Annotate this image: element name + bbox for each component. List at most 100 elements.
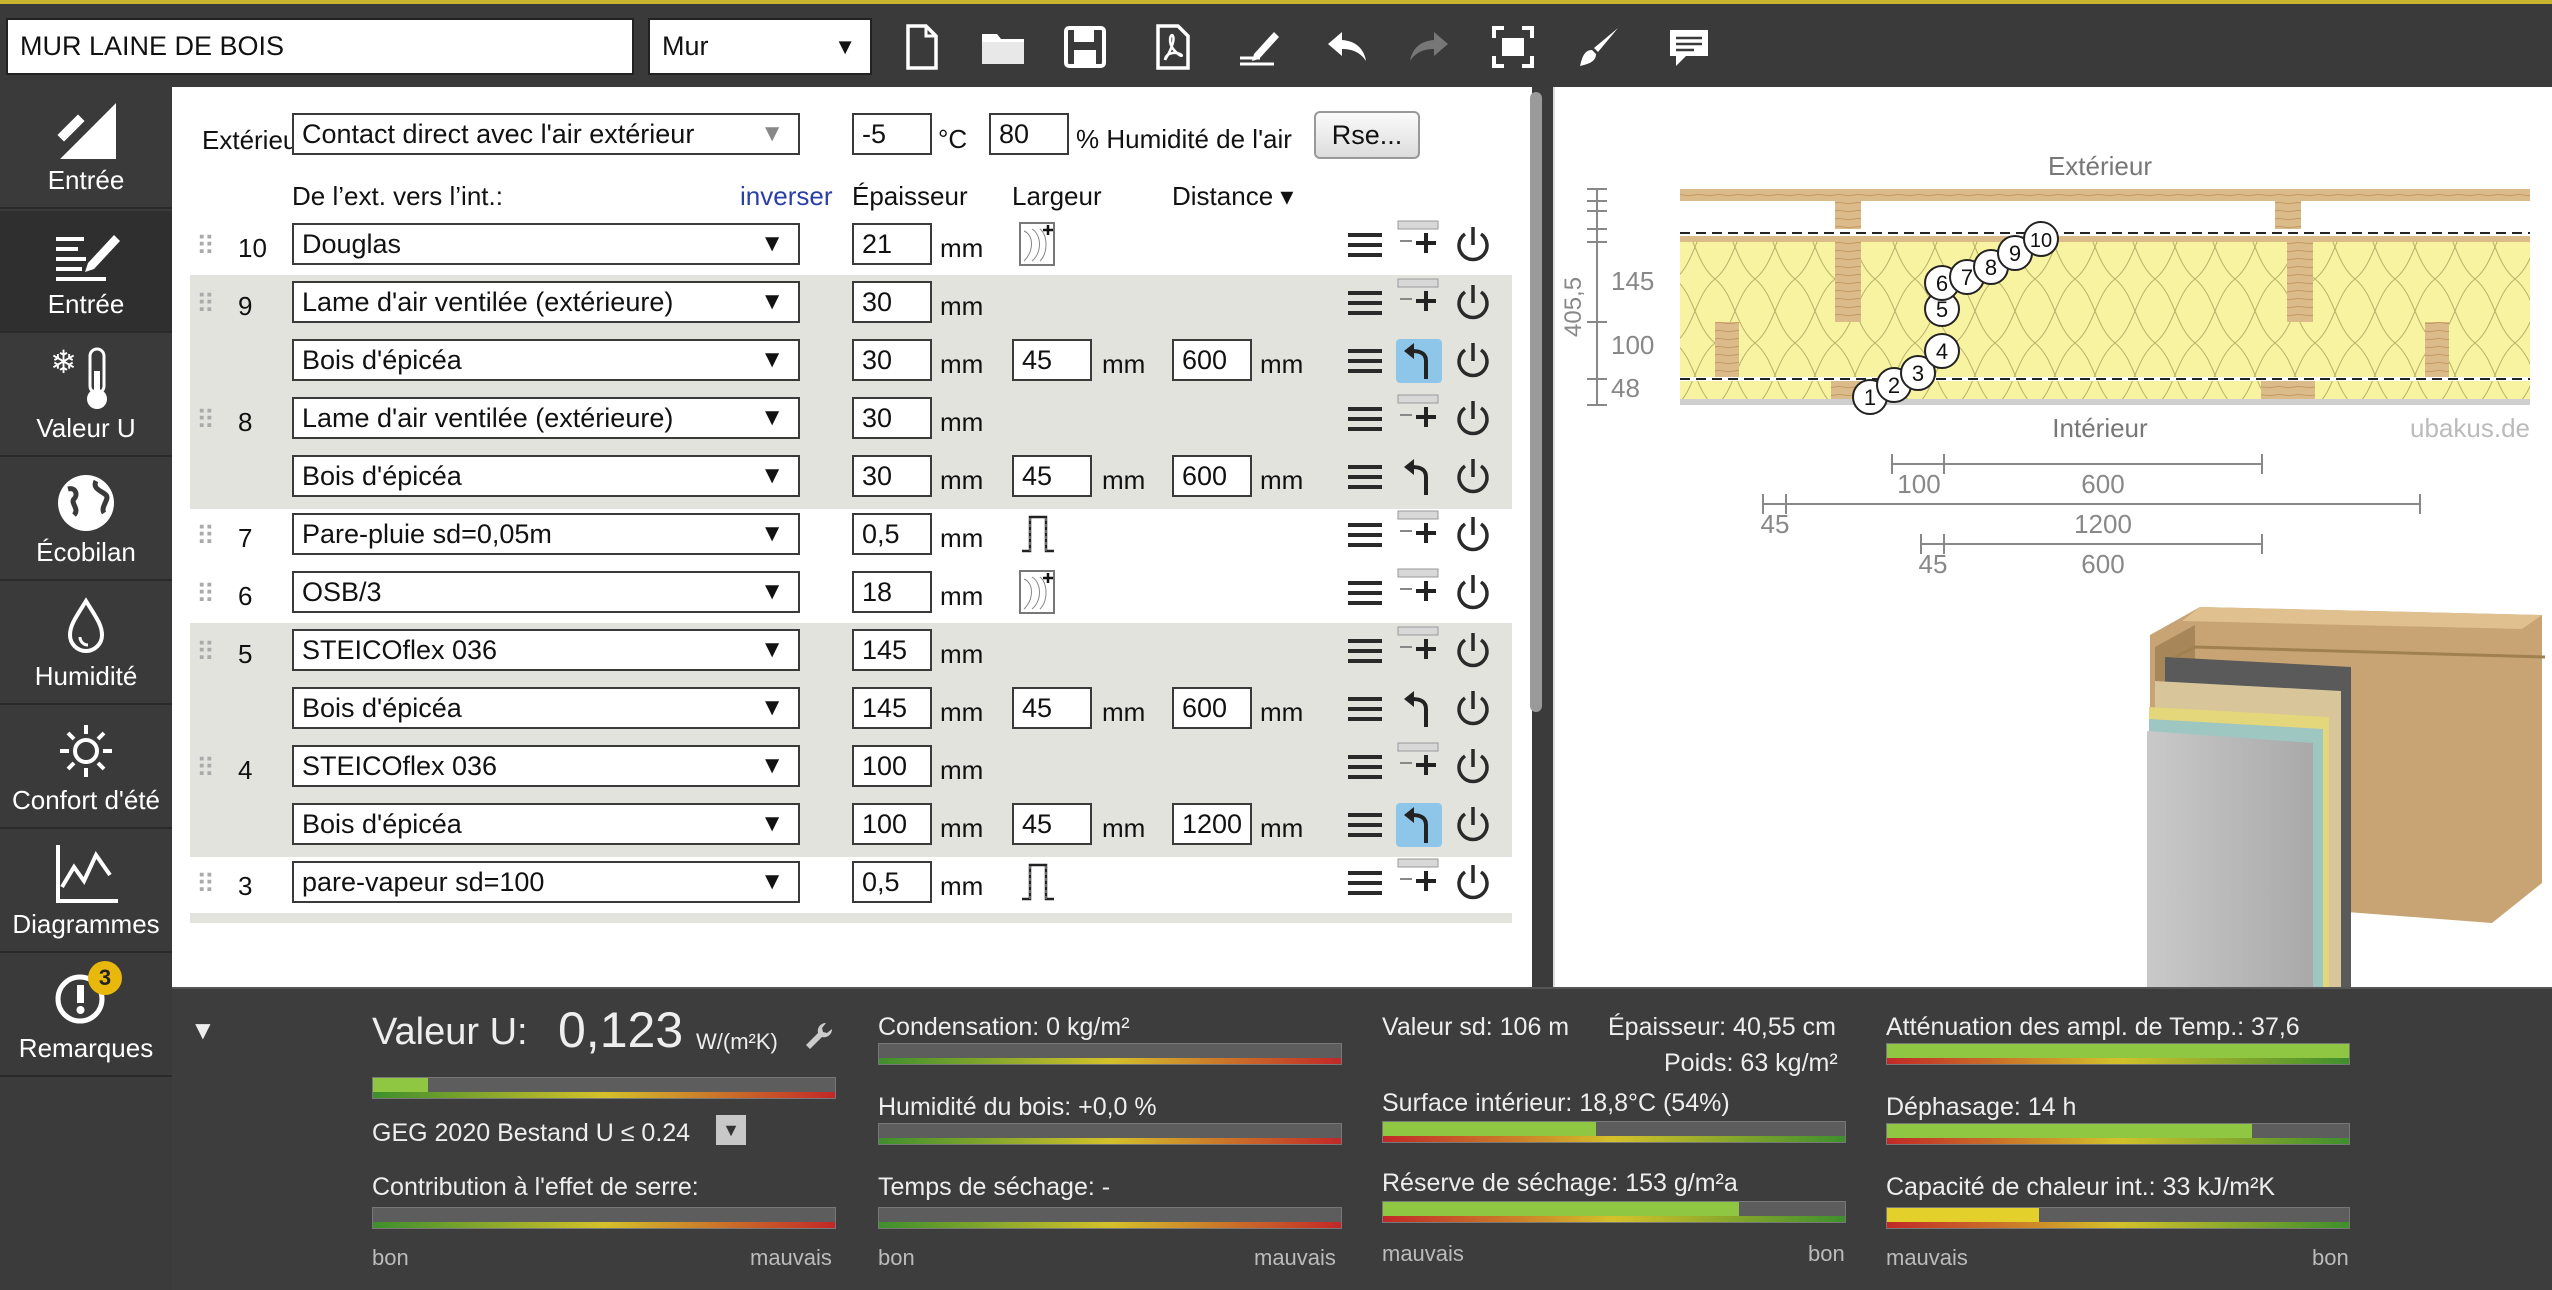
sidebar-item-humidity[interactable]: Humidité bbox=[0, 583, 172, 705]
sidebar-item-diagrams[interactable]: Diagrammes bbox=[0, 831, 172, 953]
drag-handle-icon[interactable]: ⠿ bbox=[196, 289, 215, 320]
wood-hatch-icon[interactable] bbox=[1018, 221, 1058, 272]
drag-handle-icon[interactable]: ⠿ bbox=[196, 405, 215, 436]
toggle-layer-icon[interactable] bbox=[1450, 629, 1496, 673]
drag-handle-icon[interactable]: ⠿ bbox=[196, 753, 215, 784]
rse-button[interactable]: Rse... bbox=[1314, 111, 1420, 159]
add-sublayer-icon[interactable] bbox=[1396, 275, 1442, 319]
material-select[interactable]: Bois d'épicéa ▼ bbox=[292, 339, 800, 381]
drag-handle-icon[interactable]: ⠿ bbox=[196, 637, 215, 668]
material-select[interactable]: Lame d'air ventilée (extérieure) ▼ bbox=[292, 281, 800, 323]
material-select[interactable]: OSB/3 ▼ bbox=[292, 571, 800, 613]
toggle-layer-icon[interactable] bbox=[1450, 687, 1496, 731]
toggle-layer-icon[interactable] bbox=[1450, 571, 1496, 615]
exterior-temperature-input[interactable]: -5 bbox=[852, 113, 932, 155]
material-select[interactable]: pare-vapeur sd=100 ▼ bbox=[292, 861, 800, 903]
swap-layer-icon[interactable] bbox=[1396, 455, 1442, 499]
fullscreen-icon[interactable] bbox=[1488, 22, 1538, 72]
thickness-input[interactable]: 100 bbox=[852, 803, 932, 845]
add-sublayer-icon[interactable] bbox=[1396, 507, 1442, 551]
menu-icon[interactable] bbox=[1342, 629, 1388, 673]
layer-marker[interactable]: 4 bbox=[1924, 333, 1960, 369]
wood-hatch-icon[interactable] bbox=[1018, 569, 1058, 620]
material-select[interactable]: STEICOflex 036 ▼ bbox=[292, 629, 800, 671]
invert-link[interactable]: inverser bbox=[740, 181, 832, 212]
brush-icon[interactable] bbox=[1574, 22, 1624, 72]
layer-marker[interactable]: 10 bbox=[2023, 221, 2059, 257]
material-select[interactable]: Douglas ▼ bbox=[292, 223, 800, 265]
material-select[interactable]: Bois d'épicéa ▼ bbox=[292, 687, 800, 729]
menu-icon[interactable] bbox=[1342, 861, 1388, 905]
toggle-layer-icon[interactable] bbox=[1450, 861, 1496, 905]
sidebar-item-summer-comfort[interactable]: Confort d'été bbox=[0, 707, 172, 829]
exterior-humidity-input[interactable]: 80 bbox=[989, 113, 1069, 155]
thickness-input[interactable]: 30 bbox=[852, 455, 932, 497]
layers-scrollbar[interactable] bbox=[1530, 92, 1542, 712]
toggle-layer-icon[interactable] bbox=[1450, 223, 1496, 267]
drag-handle-icon[interactable]: ⠿ bbox=[196, 231, 215, 262]
thickness-input[interactable]: 145 bbox=[852, 629, 932, 671]
thickness-input[interactable]: 30 bbox=[852, 339, 932, 381]
redo-icon[interactable] bbox=[1404, 22, 1454, 72]
add-sublayer-icon[interactable] bbox=[1396, 217, 1442, 261]
add-sublayer-icon[interactable] bbox=[1396, 855, 1442, 899]
material-select[interactable]: Bois d'épicéa ▼ bbox=[292, 803, 800, 845]
material-select[interactable]: Pare-pluie sd=0,05m ▼ bbox=[292, 513, 800, 555]
sidebar-item-ecobalance[interactable]: Écobilan bbox=[0, 459, 172, 581]
menu-icon[interactable] bbox=[1342, 745, 1388, 789]
menu-icon[interactable] bbox=[1342, 339, 1388, 383]
distance-input[interactable]: 600 bbox=[1172, 339, 1252, 381]
toggle-layer-icon[interactable] bbox=[1450, 803, 1496, 847]
save-icon[interactable] bbox=[1060, 22, 1110, 72]
standard-dropdown-icon[interactable]: ▼ bbox=[716, 1115, 746, 1145]
wrench-icon[interactable] bbox=[802, 1019, 836, 1053]
menu-icon[interactable] bbox=[1342, 281, 1388, 325]
pdf-icon[interactable] bbox=[1148, 22, 1198, 72]
thickness-input[interactable]: 145 bbox=[852, 687, 932, 729]
toggle-layer-icon[interactable] bbox=[1450, 455, 1496, 499]
toggle-layer-icon[interactable] bbox=[1450, 513, 1496, 557]
toggle-layer-icon[interactable] bbox=[1450, 281, 1496, 325]
membrane-icon[interactable] bbox=[1018, 859, 1058, 910]
material-select[interactable]: STEICOflex 036 ▼ bbox=[292, 745, 800, 787]
distance-sort-header[interactable]: Distance ▾ bbox=[1172, 181, 1293, 212]
thickness-input[interactable]: 100 bbox=[852, 745, 932, 787]
project-name-input[interactable]: MUR LAINE DE BOIS bbox=[6, 18, 634, 75]
undo-icon[interactable] bbox=[1322, 22, 1372, 72]
material-select[interactable]: Lame d'air ventilée (extérieure) ▼ bbox=[292, 397, 800, 439]
edit-notes-icon[interactable] bbox=[1234, 22, 1284, 72]
drag-handle-icon[interactable]: ⠿ bbox=[196, 869, 215, 900]
toggle-layer-icon[interactable] bbox=[1450, 745, 1496, 789]
menu-icon[interactable] bbox=[1342, 397, 1388, 441]
add-sublayer-icon[interactable] bbox=[1396, 623, 1442, 667]
distance-input[interactable]: 600 bbox=[1172, 455, 1252, 497]
swap-layer-icon[interactable] bbox=[1396, 803, 1442, 847]
menu-icon[interactable] bbox=[1342, 571, 1388, 615]
add-sublayer-icon[interactable] bbox=[1396, 391, 1442, 435]
collapse-toggle-icon[interactable]: ▼ bbox=[190, 1015, 216, 1046]
drag-handle-icon[interactable]: ⠿ bbox=[196, 521, 215, 552]
thickness-input[interactable]: 0,5 bbox=[852, 861, 932, 903]
construction-type-select[interactable]: Mur ▼ bbox=[648, 18, 872, 75]
toggle-layer-icon[interactable] bbox=[1450, 397, 1496, 441]
swap-layer-icon[interactable] bbox=[1396, 339, 1442, 383]
thickness-input[interactable]: 30 bbox=[852, 397, 932, 439]
width-input[interactable]: 45 bbox=[1012, 339, 1092, 381]
sidebar-item-input-geometry[interactable]: Entrée bbox=[0, 87, 172, 209]
add-sublayer-icon[interactable] bbox=[1396, 565, 1442, 609]
drag-handle-icon[interactable]: ⠿ bbox=[196, 579, 215, 610]
menu-icon[interactable] bbox=[1342, 803, 1388, 847]
comment-icon[interactable] bbox=[1664, 22, 1714, 72]
width-input[interactable]: 45 bbox=[1012, 803, 1092, 845]
thickness-input[interactable]: 21 bbox=[852, 223, 932, 265]
width-input[interactable]: 45 bbox=[1012, 687, 1092, 729]
width-input[interactable]: 45 bbox=[1012, 455, 1092, 497]
menu-icon[interactable] bbox=[1342, 687, 1388, 731]
swap-layer-icon[interactable] bbox=[1396, 687, 1442, 731]
sidebar-item-remarks[interactable]: 3 Remarques bbox=[0, 955, 172, 1077]
thickness-input[interactable]: 18 bbox=[852, 571, 932, 613]
new-file-icon[interactable] bbox=[896, 22, 946, 72]
distance-input[interactable]: 600 bbox=[1172, 687, 1252, 729]
sidebar-item-input-layers[interactable]: Entrée bbox=[0, 211, 172, 333]
menu-icon[interactable] bbox=[1342, 223, 1388, 267]
